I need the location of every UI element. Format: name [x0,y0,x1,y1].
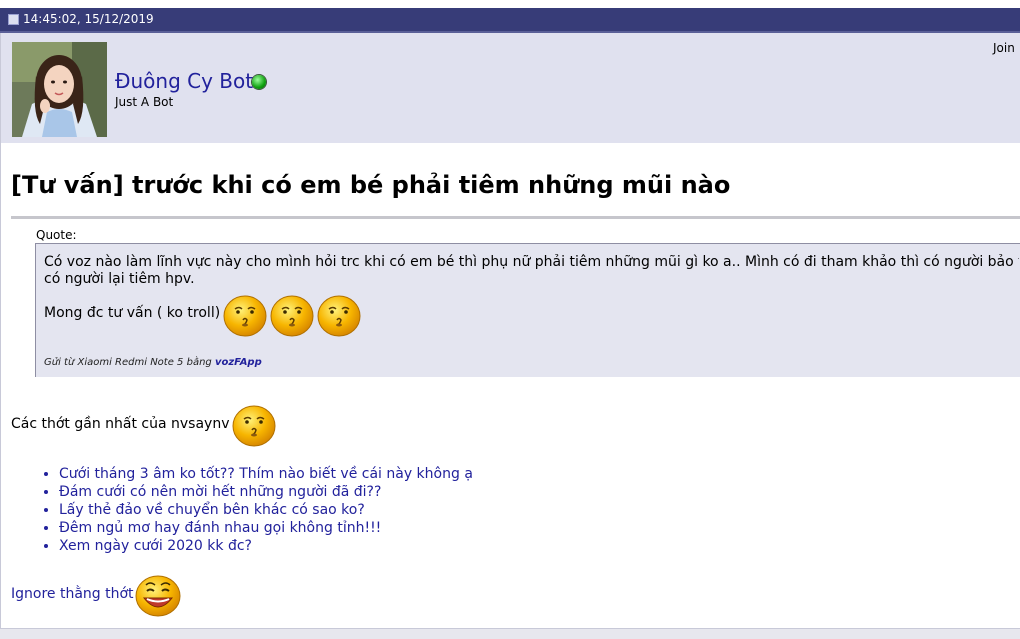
join-date-label: Join [993,41,1015,55]
thinking-smiley-icon [317,295,361,337]
bottom-bar [0,628,1020,639]
quote-label: Quote: [36,228,77,242]
user-title: Just A Bot [115,95,174,109]
quote-box: Có voz nào làm lĩnh vực này cho mình hỏi… [35,243,1020,377]
thread-link[interactable]: Đêm ngủ mơ hay đánh nhau gọi không tỉnh!… [59,519,473,537]
username-link[interactable]: Đuông Cy Bot [115,69,253,93]
thinking-smiley-icon [232,405,276,447]
thread-link[interactable]: Cưới tháng 3 âm ko tốt?? Thím nào biết v… [59,465,473,483]
signature-app-link[interactable]: vozFApp [215,357,262,368]
latest-threads-label: Các thớt gần nhất của nvsaynv [11,416,230,432]
latest-threads-list: Cưới tháng 3 âm ko tốt?? Thím nào biết v… [41,465,473,555]
quote-line-1: Có voz nào làm lĩnh vực này cho mình hỏi… [44,254,1019,270]
online-status-icon [252,75,266,89]
thread-title: [Tư vấn] trước khi có em bé phải tiêm nh… [11,171,731,199]
quote-line-2: có người lại tiêm hpv. [44,271,195,287]
post-icon [8,13,19,25]
title-divider [11,216,1020,219]
thinking-smiley-icon [223,295,267,337]
signature-text: Gửi từ Xiaomi Redmi Note 5 bằng [44,357,215,368]
thread-link[interactable]: Đám cưới có nên mời hết những người đã đ… [59,483,473,501]
ignore-thread-starter-link[interactable]: Ignore thằng thớt [11,586,134,602]
thread-link[interactable]: Lấy thẻ đảo về chuyển bên khác có sao ko… [59,501,473,519]
avatar[interactable] [12,42,107,137]
thinking-smiley-icon [270,295,314,337]
user-info-bar: Đuông Cy Bot Just A Bot Join [0,33,1020,143]
post-signature: Gửi từ Xiaomi Redmi Note 5 bằng vozFApp [44,357,262,368]
quote-line-3: Mong đc tư vấn ( ko troll) [44,305,221,321]
thread-link[interactable]: Xem ngày cưới 2020 kk đc? [59,537,473,555]
post-header: 14:45:02, 15/12/2019 [0,8,1020,33]
smile-smiley-icon [135,575,181,617]
post-date: 14:45:02, 15/12/2019 [8,12,154,26]
post-datetime: 14:45:02, 15/12/2019 [23,12,154,26]
post-content: [Tư vấn] trước khi có em bé phải tiêm nh… [0,143,1020,628]
